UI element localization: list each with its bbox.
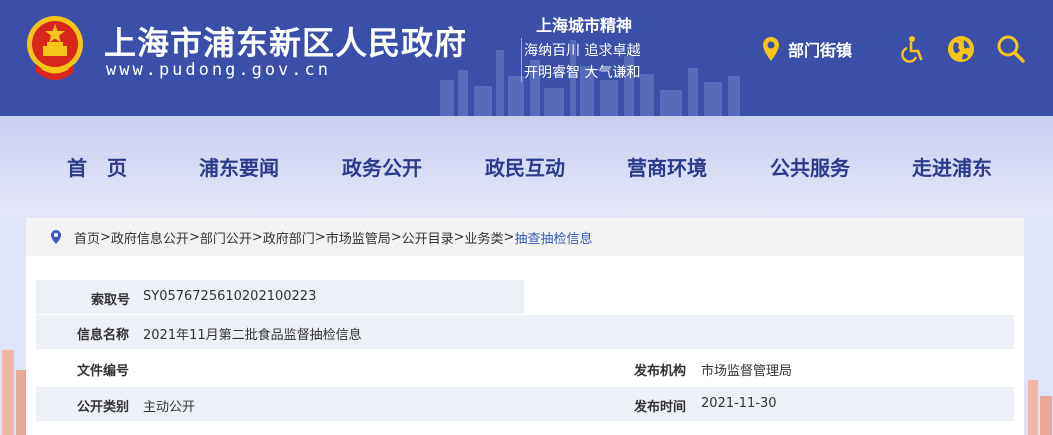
breadcrumb-home[interactable]: 首页 — [74, 228, 100, 247]
nav-about-pudong[interactable]: 走进浦东 — [912, 152, 992, 181]
info-row-doc: 文件编号 发布机构 市场监督管理局 — [36, 351, 1014, 385]
name-label: 信息名称 — [77, 328, 130, 343]
nav-government-affairs[interactable]: 政务公开 — [342, 152, 422, 181]
breadcrumb-business[interactable]: 业务类 — [465, 228, 504, 247]
city-spirit-line-2: 开明睿智 大气谦和 — [524, 65, 641, 81]
nav-home[interactable]: 首 页 — [67, 152, 127, 181]
spirit-divider — [521, 38, 522, 82]
city-spirit-title: 上海城市精神 — [536, 16, 633, 35]
search-icon[interactable] — [996, 34, 1026, 64]
nav-pudong-news[interactable]: 浦东要闻 — [199, 152, 279, 181]
breadcrumb-gov-dept[interactable]: 政府部门 — [263, 228, 315, 247]
city-spirit-line-1: 海纳百川 追求卓越 — [524, 43, 641, 59]
breadcrumb-gov-info[interactable]: 政府信息公开 — [111, 228, 189, 247]
nav-business-environment[interactable]: 营商环境 — [627, 152, 707, 181]
info-row-name: 信息名称 2021年11月第二批食品监督抽检信息 — [36, 315, 1014, 349]
breadcrumb-dept-public[interactable]: 部门公开 — [200, 228, 252, 247]
dept-street-link[interactable]: 部门街镇 — [762, 36, 852, 62]
type-label: 公开类别 — [77, 400, 130, 415]
info-row-index: 索取号 SY0576725610202100223 — [36, 280, 524, 314]
index-label: 索取号 — [91, 293, 131, 308]
name-value: 2021年11月第二批食品监督抽检信息 — [143, 328, 362, 343]
nav-public-services[interactable]: 公共服务 — [770, 152, 850, 181]
nav-public-interaction[interactable]: 政民互动 — [485, 152, 565, 181]
info-row-type: 公开类别 主动公开 发布时间 2021-11-30 — [36, 387, 1014, 421]
breadcrumb-public-catalog[interactable]: 公开目录 — [402, 228, 454, 247]
location-pin-icon — [763, 37, 779, 61]
doc-label: 文件编号 — [77, 364, 130, 379]
location-pin-icon — [51, 230, 61, 244]
breadcrumb: 首页 > 政府信息公开 > 部门公开 > 政府部门 > 市场监管局 > 公开目录 > 业务… — [26, 218, 1024, 256]
globe-icon[interactable] — [946, 34, 976, 64]
site-header: 上海市浦东新区人民政府 www.pudong.gov.cn 上海城市精神 海纳百… — [0, 0, 1053, 116]
breadcrumb-current[interactable]: 抽查抽检信息 — [514, 228, 592, 247]
main-nav: 首 页 浦东要闻 政务公开 政民互动 营商环境 公共服务 走进浦东 — [0, 116, 1053, 216]
org-label: 发布机构 — [634, 364, 687, 379]
type-value: 主动公开 — [143, 400, 196, 415]
date-value: 2021-11-30 — [701, 396, 777, 411]
site-title[interactable]: 上海市浦东新区人民政府 — [104, 18, 467, 64]
national-emblem-icon[interactable] — [24, 12, 86, 82]
site-url[interactable]: www.pudong.gov.cn — [106, 60, 331, 80]
accessibility-icon[interactable] — [896, 34, 926, 64]
org-value: 市场监督管理局 — [701, 364, 793, 379]
breadcrumb-market-bureau[interactable]: 市场监管局 — [326, 228, 391, 247]
building-decoration — [1028, 380, 1052, 435]
date-label: 发布时间 — [634, 400, 687, 415]
content-panel: 首页 > 政府信息公开 > 部门公开 > 政府部门 > 市场监管局 > 公开目录 > 业务… — [26, 218, 1024, 435]
index-value: SY0576725610202100223 — [143, 289, 317, 304]
dept-street-label: 部门街镇 — [788, 41, 853, 60]
